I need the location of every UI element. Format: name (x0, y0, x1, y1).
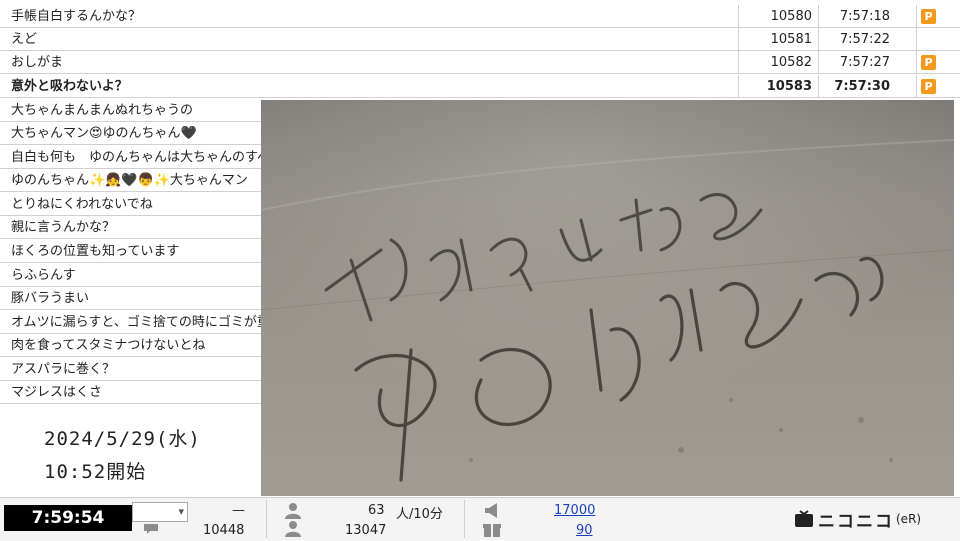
premium-icon: P (921, 55, 936, 70)
comment-row[interactable]: 手帳自白するんかな？ 10580 7:57:18 P (0, 5, 960, 28)
start-info-panel (0, 406, 262, 498)
viewers-unit: 人/10分 (396, 507, 443, 522)
viewers-count: 63 (368, 503, 385, 518)
premium-icon: P (921, 9, 936, 24)
comment-row[interactable]: 自白も何も ゆのんちゃんは大ちゃんのすべ (0, 146, 262, 169)
comment-text: オムツに漏らすと、ゴミ捨ての時にゴミが重く (11, 315, 261, 330)
comment-flag-cell: P (916, 5, 960, 28)
comment-row[interactable]: とりねにくわれないでね (0, 193, 262, 216)
viewers-icon (285, 503, 301, 519)
comment-number: 10582 (738, 51, 816, 74)
ad-points-link[interactable]: 17000 (554, 503, 595, 518)
comment-number: 10581 (738, 28, 816, 51)
start-time: 10:52開始 (44, 461, 147, 483)
sand-video-frame (261, 100, 954, 496)
comment-text: ゆのんちゃん✨👧🖤👦✨大ちゃんマン (11, 173, 248, 188)
comment-number: 10580 (738, 5, 816, 28)
start-date: 2024/5/29(水) (44, 428, 201, 450)
comment-text: 豚バラうまい (11, 291, 90, 306)
comment-count: 10448 (203, 523, 245, 538)
video-player[interactable] (261, 100, 954, 496)
comment-icon (144, 524, 158, 534)
comment-text: 親に言うんかな？ (11, 220, 116, 235)
comment-filter-select[interactable]: ▾ (132, 502, 188, 522)
comment-row[interactable]: 親に言うんかな？ (0, 216, 262, 239)
comment-row[interactable]: オムツに漏らすと、ゴミ捨ての時にゴミが重く (0, 311, 262, 334)
niconico-logo: ニコニコ (eR) (794, 506, 921, 532)
comment-row[interactable]: 肉を食ってスタミナつけないとね (0, 334, 262, 357)
dash-placeholder: — (232, 503, 245, 518)
comment-time: 7:57:18 (818, 5, 894, 28)
comment-number: 10583 (738, 75, 816, 98)
comment-text: えど (11, 32, 38, 47)
comment-text: マジレスはくさ (11, 385, 103, 400)
comment-row[interactable]: ほくろの位置も知っています (0, 240, 262, 263)
comment-row[interactable]: ゆのんちゃん✨👧🖤👦✨大ちゃんマン (0, 169, 262, 192)
logo-text: ニコニコ (818, 511, 894, 532)
comment-row[interactable]: 意外と吸わないよ？ 10583 7:57:30 P (0, 75, 960, 98)
comment-row[interactable]: 大ちゃんマン😍ゆのんちゃん🖤 (0, 122, 262, 145)
comment-text: 肉を食ってスタミナつけないとね (11, 338, 206, 353)
comment-row[interactable]: えど 10581 7:57:22 (0, 28, 960, 51)
comment-time: 7:57:30 (818, 75, 894, 98)
comment-text: 大ちゃんまんまんぬれちゃうの (11, 103, 194, 118)
ad-megaphone-icon (485, 503, 497, 518)
comment-text: とりねにくわれないでね (11, 197, 153, 212)
chevron-down-icon: ▾ (178, 505, 184, 518)
comment-text: らふらんす (11, 268, 76, 283)
comment-time: 7:57:27 (818, 51, 894, 74)
logo-suffix: (eR) (896, 512, 922, 526)
comment-flag-cell: P (916, 75, 960, 98)
comment-row[interactable]: マジレスはくさ (0, 381, 262, 404)
comment-text: 自白も何も ゆのんちゃんは大ちゃんのすべ (11, 150, 261, 165)
comment-text: ほくろの位置も知っています (11, 244, 180, 259)
comment-row[interactable]: 豚バラうまい (0, 287, 262, 310)
total-viewers: 13047 (345, 523, 387, 538)
comment-text: 意外と吸わないよ？ (11, 79, 128, 94)
comment-text: おしがま (11, 55, 64, 70)
comment-row[interactable]: おしがま 10582 7:57:27 P (0, 51, 960, 74)
gift-icon (483, 524, 501, 537)
divider (464, 500, 465, 538)
comment-flag-cell (916, 28, 960, 51)
comment-text: 大ちゃんマン😍ゆのんちゃん🖤 (11, 126, 197, 141)
gift-points-link[interactable]: 90 (576, 523, 593, 538)
comment-time: 7:57:22 (818, 28, 894, 51)
comment-row[interactable]: 大ちゃんまんまんぬれちゃうの (0, 99, 262, 122)
tv-icon (795, 510, 813, 527)
total-viewers-icon (285, 521, 301, 537)
comment-text: アスパラに巻く？ (11, 362, 116, 377)
elapsed-clock: 7:59:54 (4, 505, 132, 531)
divider (266, 500, 267, 538)
comment-row[interactable]: らふらんす (0, 264, 262, 287)
comment-flag-cell: P (916, 51, 960, 74)
premium-icon: P (921, 79, 936, 94)
comment-row[interactable]: アスパラに巻く？ (0, 358, 262, 381)
comment-text: 手帳自白するんかな？ (11, 9, 142, 24)
